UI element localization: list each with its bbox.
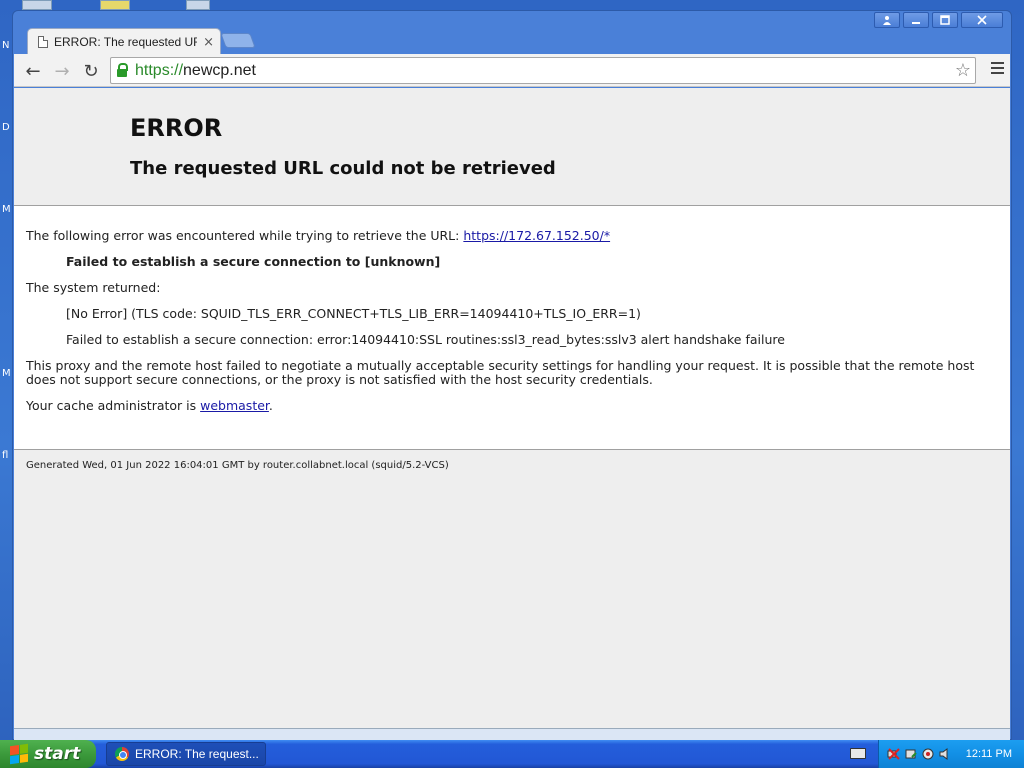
forward-icon[interactable]: → [51, 60, 73, 82]
tab-close-icon[interactable]: × [203, 35, 214, 50]
page-content: ERROR The requested URL could not be ret… [14, 88, 1010, 728]
page-subtitle: The requested URL could not be retrieved [130, 158, 556, 179]
clock: 12:11 PM [965, 748, 1012, 760]
tab-active[interactable]: ERROR: The requested URL × [27, 28, 221, 55]
window-controls [874, 12, 1003, 28]
desktop-icon[interactable] [22, 0, 52, 10]
explanation-text: This proxy and the remote host failed to… [26, 358, 975, 387]
webmaster-link[interactable]: webmaster [200, 398, 269, 413]
page-title: ERROR [130, 114, 223, 142]
tab-title: ERROR: The requested URL [54, 35, 198, 49]
error-body: The following error was encountered whil… [14, 206, 1010, 450]
network-disconnected-icon[interactable] [887, 747, 901, 761]
desktop-icon-label: fl [2, 450, 9, 461]
error-url-link[interactable]: https://172.67.152.50/* [463, 228, 610, 243]
desktop-icon-label: D [2, 122, 10, 133]
desktop-icon-label: N [2, 40, 10, 51]
volume-icon[interactable] [938, 747, 952, 761]
bookmark-star-icon[interactable]: ☆ [955, 60, 971, 81]
url-host: newcp.net [183, 61, 256, 79]
system-tray: 12:11 PM [878, 740, 1024, 768]
desktop-icon-label: M [2, 368, 11, 379]
safely-remove-icon[interactable] [904, 747, 918, 761]
failure-text: Failed to establish a secure connection … [66, 254, 441, 269]
tls-code-text: [No Error] (TLS code: SQUID_TLS_ERR_CONN… [66, 306, 641, 321]
url-scheme: https:// [135, 61, 184, 79]
back-icon[interactable]: ← [22, 60, 44, 82]
page-footer: Generated Wed, 01 Jun 2022 16:04:01 GMT … [26, 460, 449, 471]
error-header: ERROR The requested URL could not be ret… [14, 88, 1010, 206]
desktop-icon[interactable] [100, 0, 130, 10]
admin-paragraph: Your cache administrator is webmaster. [26, 399, 998, 413]
system-returned-text: The system returned: [26, 280, 161, 295]
admin-suffix: . [268, 398, 273, 413]
security-shield-icon[interactable] [921, 747, 935, 761]
intro-text: The following error was encountered whil… [26, 228, 460, 243]
document-icon [38, 36, 48, 48]
window-bottom-strip [14, 728, 1010, 740]
windows-logo-icon [10, 743, 28, 765]
desktop-icon-label: M [2, 204, 11, 215]
taskbar-item-label: ERROR: The request... [135, 747, 259, 761]
chrome-icon [115, 747, 129, 761]
taskbar: start ERROR: The request... 12:11 PM [0, 740, 1024, 768]
taskbar-item-chrome[interactable]: ERROR: The request... [106, 742, 266, 766]
browser-toolbar: ← → ↻ https://newcp.net ☆ [14, 54, 1010, 87]
start-label: start [34, 744, 81, 764]
lock-icon [117, 63, 128, 77]
ssl-error-text: Failed to establish a secure connection:… [66, 332, 785, 347]
maximize-icon[interactable] [932, 12, 958, 28]
admin-prefix: Your cache administrator is [26, 398, 201, 413]
user-icon[interactable] [874, 12, 900, 28]
menu-icon[interactable] [991, 62, 1004, 74]
address-bar[interactable]: https://newcp.net ☆ [110, 57, 976, 84]
new-tab-button[interactable] [220, 33, 256, 48]
close-icon[interactable] [961, 12, 1003, 28]
reload-icon[interactable]: ↻ [80, 60, 102, 82]
url-text: https://newcp.net [135, 62, 256, 80]
browser-window: ERROR: The requested URL × ← → ↻ https:/… [12, 10, 1012, 740]
intro-paragraph: The following error was encountered whil… [26, 229, 998, 243]
keyboard-icon[interactable] [850, 748, 866, 759]
minimize-icon[interactable] [903, 12, 929, 28]
desktop-icon[interactable] [186, 0, 210, 10]
start-button[interactable]: start [0, 740, 96, 768]
